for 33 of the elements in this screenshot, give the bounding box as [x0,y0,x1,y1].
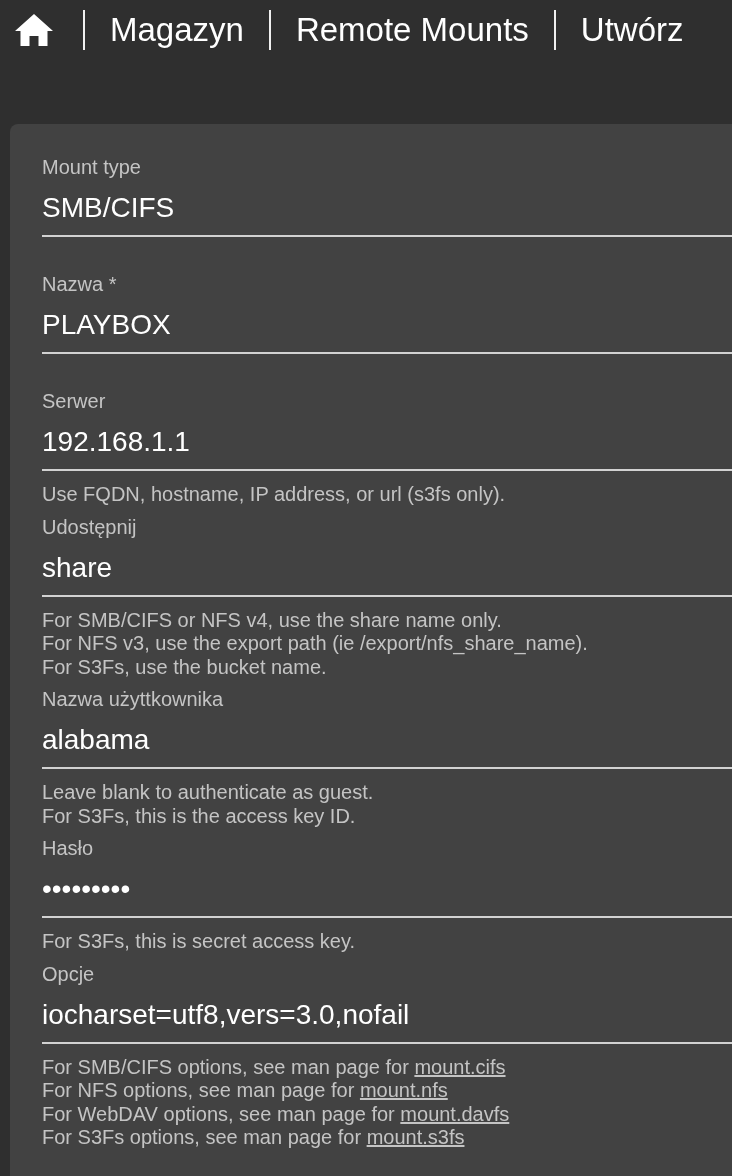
man-page-link[interactable]: mount.davfs [400,1102,510,1125]
text-field[interactable]: alabama [42,723,732,769]
man-page-link[interactable]: mount.s3fs [366,1126,465,1148]
help-text: For WebDAV options, see man page for mount.davfs [42,1102,511,1126]
help-text: Leave blank to authenticate as guest. [42,781,375,805]
field-label: Nazwa * [42,273,118,295]
man-page-link[interactable]: mount.cifs [414,1055,506,1078]
field-label: Udostępnij [42,515,138,538]
help-text: For S3Fs, this is secret access key. [42,930,357,954]
man-page-link[interactable]: mount.nfs [359,1079,448,1101]
field-label: Nazwa użyttkownika [42,688,225,710]
help-text: For SMB/CIFS options, see man page for mount.cifs [42,1055,507,1079]
field-label: Opcje [42,962,96,985]
field-label: Mount type [42,156,142,178]
text-field[interactable]: ••••••••• [42,872,732,918]
help-text: For S3Fs, this is the access key ID. [42,804,357,828]
help-text: For S3Fs, use the bucket name. [42,655,328,679]
home-icon[interactable] [14,13,54,47]
breadcrumb-link[interactable]: Remote Mounts [295,10,529,50]
text-field[interactable]: SMB/CIFS [42,191,732,237]
breadcrumb-link[interactable]: Magazyn [110,10,244,50]
text-field[interactable]: 192.168.1.1 [42,425,732,471]
help-text: For NFS options, see man page for mount.nfs [42,1079,449,1103]
field-label: Hasło [42,837,95,859]
help-text: For S3Fs options, see man page for mount.s3fs [42,1126,466,1150]
help-text: For NFS v3, use the export path (ie /export/nfs_share_name). [42,632,589,656]
text-field[interactable]: PLAYBOX [42,308,732,354]
text-field[interactable]: iocharset=utf8,vers=3.0,nofail [42,997,732,1044]
text-field[interactable]: share [42,550,732,597]
help-text: Use FQDN, hostname, IP address, or url (s3fs only). [42,483,507,507]
field-label: Serwer [42,390,107,412]
help-text: For SMB/CIFS or NFS v4, use the share name only. [42,608,503,632]
breadcrumb-link[interactable]: Utwórz [580,10,684,50]
